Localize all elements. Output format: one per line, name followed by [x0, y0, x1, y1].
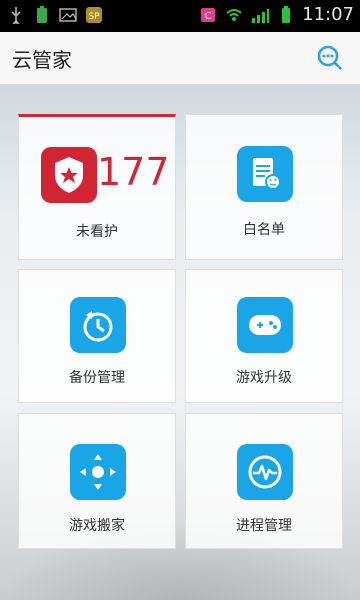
tile-backup-label: 备份管理	[69, 370, 125, 386]
usb-icon	[11, 7, 21, 24]
tile-whitelist[interactable]: 白名单	[185, 114, 343, 260]
tile-unprotected-label: 未看护	[76, 224, 118, 240]
tile-process-label: 进程管理	[236, 518, 292, 534]
unprotected-count: 177	[97, 150, 170, 194]
image-icon	[59, 8, 77, 22]
status-time: 11:07	[302, 4, 354, 25]
svg-text:SP: SP	[88, 12, 100, 22]
notepad-smile-icon	[237, 146, 293, 202]
app-title: 云管家	[12, 48, 72, 72]
battery-icon	[282, 5, 291, 23]
signal-icon	[252, 8, 270, 23]
shield-star-icon	[41, 147, 97, 203]
tile-grid: 177 未看护 白名单 备份管理 游戏升级 游戏搬家 进程管理	[18, 114, 343, 550]
tile-backup[interactable]: 备份管理	[18, 269, 176, 403]
move-arrows-icon	[70, 444, 126, 500]
status-left: SP	[6, 5, 104, 25]
sim-icon: C	[201, 7, 216, 22]
tile-game-upgrade-label: 游戏升级	[236, 370, 292, 386]
wifi-icon	[226, 8, 242, 21]
tile-process[interactable]: 进程管理	[185, 413, 343, 549]
app-header: 云管家	[0, 32, 360, 85]
status-bar: SP C 11:07	[0, 0, 360, 32]
status-right: C 11:07	[198, 4, 354, 25]
tile-unprotected[interactable]: 177 未看护	[18, 114, 176, 260]
backup-clock-icon	[70, 297, 126, 353]
tile-game-upgrade[interactable]: 游戏升级	[185, 269, 343, 403]
battery-small-icon	[37, 6, 47, 23]
search-icon[interactable]	[316, 44, 344, 72]
process-pulse-icon	[237, 444, 293, 500]
tile-game-move-label: 游戏搬家	[69, 518, 125, 534]
tile-game-move[interactable]: 游戏搬家	[18, 413, 176, 549]
svg-text:C: C	[205, 11, 212, 22]
gamepad-icon	[237, 297, 293, 353]
app-icon: SP	[86, 7, 102, 23]
tile-whitelist-label: 白名单	[243, 222, 285, 238]
